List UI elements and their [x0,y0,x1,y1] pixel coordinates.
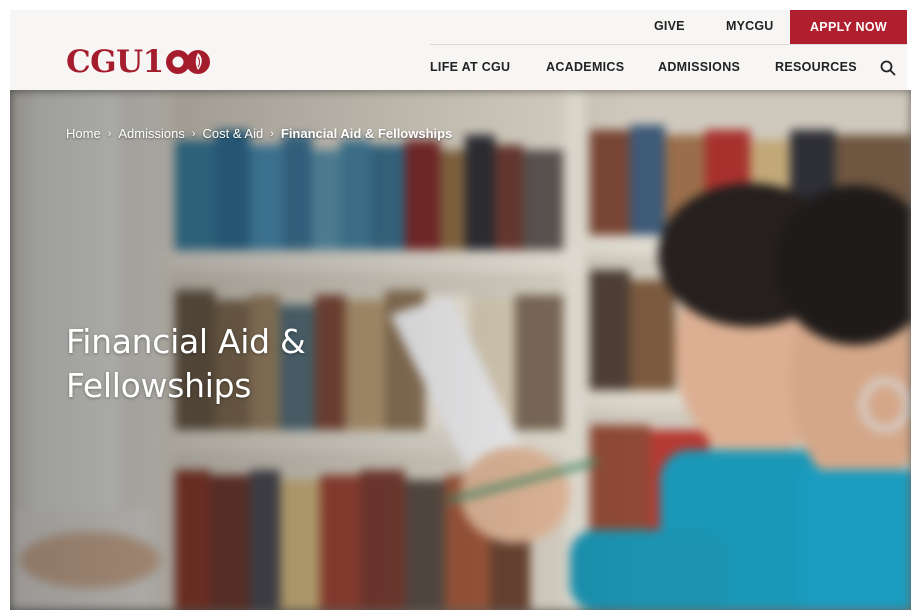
site-header: CGU1 GIVE MYCGU APPLY NOW LIFE AT CGU AC… [10,10,907,90]
centennial-logo-icon [165,48,211,76]
breadcrumb-separator-icon: › [191,127,196,140]
cgu-logo[interactable]: CGU1 [66,46,211,78]
mycgu-link[interactable]: MYCGU [726,10,774,44]
nav-item-resources[interactable]: RESOURCES [775,45,857,90]
apply-now-button[interactable]: APPLY NOW [790,10,907,44]
breadcrumb-admissions[interactable]: Admissions [118,126,184,141]
breadcrumb-current-page: Financial Aid & Fellowships [280,126,453,141]
page-title-line-2: Fellowships [66,366,252,405]
nav-item-admissions[interactable]: ADMISSIONS [658,45,740,90]
breadcrumb-home[interactable]: Home [66,126,101,141]
page-title-line-1: Financial Aid & [66,322,306,361]
breadcrumb-separator-icon: › [107,127,112,140]
logo-text: CGU1 [66,43,164,80]
nav-item-academics[interactable]: ACADEMICS [546,45,624,90]
utility-nav: GIVE MYCGU APPLY NOW [430,10,907,45]
main-nav: LIFE AT CGU ACADEMICS ADMISSIONS RESOURC… [430,45,907,90]
breadcrumb-separator-icon: › [270,127,274,140]
breadcrumb: Home › Admissions › Cost & Aid › Financi… [66,126,452,141]
give-link[interactable]: GIVE [654,10,685,44]
page-title: Financial Aid & Fellowships [66,320,446,408]
nav-item-life-at-cgu[interactable]: LIFE AT CGU [430,45,510,90]
hero-banner: Home › Admissions › Cost & Aid › Financi… [10,90,911,610]
search-icon[interactable] [879,59,897,77]
breadcrumb-cost-aid[interactable]: Cost & Aid [203,126,264,141]
